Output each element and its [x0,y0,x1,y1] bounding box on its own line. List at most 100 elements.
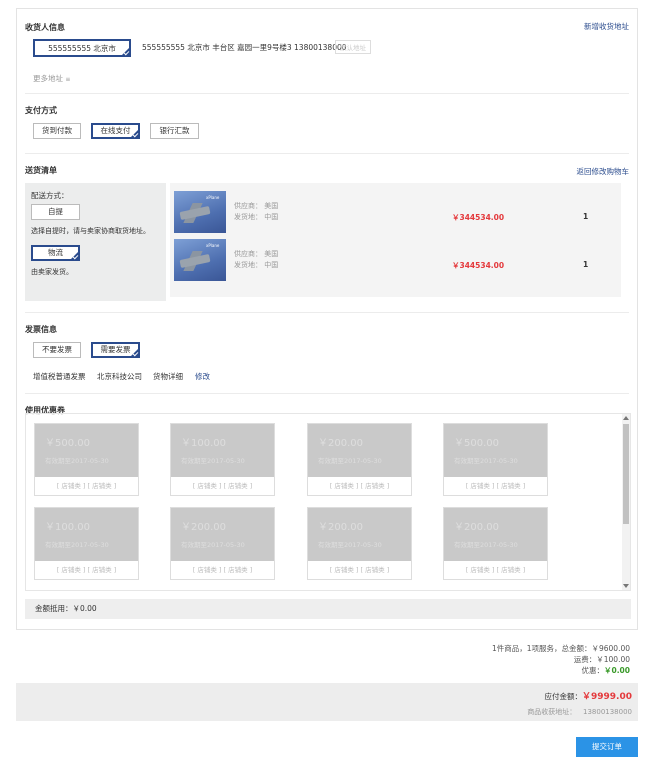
payment-option-cod[interactable]: 货到付款 [33,123,81,139]
chevron-down-icon: ≡ [65,76,71,83]
payable-bar: 应付金额：￥9999.00 商品收获地址： 13800138000 [16,683,638,721]
payable-label: 应付金额： [544,692,583,701]
item-origin: 发货地： 中国 [234,213,279,221]
shipping-items: xPlane 供应商： 美国 发货地： 中国 ￥344534.00 1 xPla… [170,183,621,297]
coupon-expiry: 有效期至2017-05-30 [181,541,245,549]
item-supplier: 供应商： 美国 [234,250,279,258]
coupon-amount: ￥200.00 [181,522,226,533]
item-qty: 1 [583,212,589,221]
product-image[interactable]: xPlane [174,191,226,233]
address-option-label: 555555555 北京市 [48,44,116,53]
coupon-expiry: 有效期至2017-05-30 [318,541,382,549]
coupon-card[interactable]: ￥200.00 有效期至2017-05-30 [ 店铺类 ] [ 店铺类 ] [170,507,275,580]
coupon-expiry: 有效期至2017-05-30 [181,457,245,465]
more-addresses-label: 更多地址 [33,74,63,83]
invoice-edit-link[interactable]: 修改 [195,371,210,382]
delivery-address-line: 商品收获地址： 13800138000 [527,707,632,717]
coupon-list: ￥500.00 有效期至2017-05-30 [ 店铺类 ] [ 店铺类 ] ￥10… [25,413,631,591]
coupon-card[interactable]: ￥500.00 有效期至2017-05-30 [ 店铺类 ] [ 店铺类 ] [443,423,548,496]
coupon-expiry: 有效期至2017-05-30 [45,457,109,465]
coupon-expiry: 有效期至2017-05-30 [318,457,382,465]
order-total-line: 1件商品，1项服务，总金额：￥9600.00 [491,644,630,653]
payable-amount: ￥9999.00 [582,692,632,702]
coupon-scope: [ 店铺类 ] [ 店铺类 ] [192,566,253,574]
address-option-selected[interactable]: 555555555 北京市 [33,39,131,57]
coupon-card[interactable]: ￥200.00 有效期至2017-05-30 [ 店铺类 ] [ 店铺类 ] [443,507,548,580]
coupon-card[interactable]: ￥200.00 有效期至2017-05-30 [ 店铺类 ] [ 店铺类 ] [307,423,412,496]
invoice-type: 增值税普通发票 [33,372,86,381]
address-detail: 555555555 北京市 丰台区 嘉园一里9号楼3 13800138000 [142,43,347,52]
receiver-title: 收货人信息 [25,23,65,32]
coupon-scope: [ 店铺类 ] [ 店铺类 ] [56,566,117,574]
divider [25,312,629,313]
pickup-note: 选择自提时，请与卖家协商取货地址。 [31,227,150,235]
item-price: ￥344534.00 [452,261,505,270]
payment-title: 支付方式 [25,106,57,115]
item-supplier: 供应商： 美国 [234,202,279,210]
scroll-up-icon[interactable] [623,416,629,420]
discount-value: ￥0.00 [603,666,630,675]
coupon-scope: [ 店铺类 ] [ 店铺类 ] [329,482,390,490]
order-card: 收货人信息 新增收货地址 555555555 北京市 555555555 北京市… [16,8,638,630]
divider [25,393,629,394]
payment-option-label: 在线支付 [100,126,131,135]
coupon-expiry: 有效期至2017-05-30 [45,541,109,549]
payment-option-bank[interactable]: 银行汇款 [150,123,199,139]
address-value: 13800138000 [583,708,632,716]
shipping-title: 送货清单 [25,166,57,175]
cart-item: xPlane 供应商： 美国 发货地： 中国 ￥344534.00 1 [170,237,621,289]
coupon-amount: ￥500.00 [45,438,90,449]
coupon-deduction: 金额抵用：￥0.00 [25,599,631,619]
coupon-amount: ￥100.00 [45,522,90,533]
invoice-title: 发票信息 [25,325,57,334]
delivery-method-panel: 配送方式： 自提 选择自提时，请与卖家协商取货地址。 物流 由卖家发货。 [25,183,166,301]
default-address-tag[interactable]: 默认地址 [335,40,371,54]
more-addresses[interactable]: 更多地址 ≡ [33,73,70,84]
back-to-cart-link[interactable]: 返回修改购物车 [577,166,630,177]
coupon-amount: ￥200.00 [318,522,363,533]
scrollbar-thumb[interactable] [623,424,629,524]
payable-line: 应付金额：￥9999.00 [545,689,633,702]
logistics-label: 物流 [48,248,63,257]
item-origin: 发货地： 中国 [234,261,279,269]
coupon-amount: ￥100.00 [181,438,226,449]
freight-value: ￥100.00 [596,655,630,664]
freight-line: 运费：￥100.00 [574,654,630,665]
coupon-scope: [ 店铺类 ] [ 店铺类 ] [329,566,390,574]
coupon-scope: [ 店铺类 ] [ 店铺类 ] [56,482,117,490]
delivery-method-label: 配送方式： [31,191,69,200]
invoice-option-label: 需要发票 [100,345,131,354]
coupon-card[interactable]: ￥500.00 有效期至2017-05-30 [ 店铺类 ] [ 店铺类 ] [34,423,139,496]
payment-option-online[interactable]: 在线支付 [91,123,140,139]
new-address-link[interactable]: 新增收货地址 [584,21,629,32]
address-label: 商品收获地址： [527,708,577,716]
coupon-amount: ￥200.00 [318,438,363,449]
freight-label: 运费： [573,655,597,664]
coupon-scope: [ 店铺类 ] [ 店铺类 ] [192,482,253,490]
coupon-card[interactable]: ￥200.00 有效期至2017-05-30 [ 店铺类 ] [ 店铺类 ] [307,507,412,580]
coupon-card[interactable]: ￥100.00 有效期至2017-05-30 [ 店铺类 ] [ 店铺类 ] [34,507,139,580]
coupon-expiry: 有效期至2017-05-30 [454,541,518,549]
item-qty: 1 [583,260,589,269]
logistics-button[interactable]: 物流 [31,245,80,261]
coupon-amount: ￥200.00 [454,522,499,533]
submit-order-button[interactable]: 提交订单 [576,737,638,757]
invoice-content: 货物详细 [153,372,183,381]
divider [25,93,629,94]
coupon-scope: [ 店铺类 ] [ 店铺类 ] [465,566,526,574]
scroll-down-icon[interactable] [623,584,629,588]
logistics-note: 由卖家发货。 [31,268,73,276]
invoice-option-required[interactable]: 需要发票 [91,342,140,358]
item-price: ￥344534.00 [452,213,505,222]
coupon-scrollbar[interactable] [622,414,630,590]
cart-item: xPlane 供应商： 美国 发货地： 中国 ￥344534.00 1 [170,183,621,235]
coupon-card[interactable]: ￥100.00 有效期至2017-05-30 [ 店铺类 ] [ 店铺类 ] [170,423,275,496]
product-image[interactable]: xPlane [174,239,226,281]
coupon-expiry: 有效期至2017-05-30 [454,457,518,465]
discount-label: 优惠： [581,666,604,675]
discount-line: 优惠：￥0.00 [581,665,630,676]
coupon-amount: ￥500.00 [454,438,499,449]
invoice-option-none[interactable]: 不要发票 [33,342,81,358]
pickup-button[interactable]: 自提 [31,204,80,220]
invoice-company: 北京科技公司 [97,372,142,381]
